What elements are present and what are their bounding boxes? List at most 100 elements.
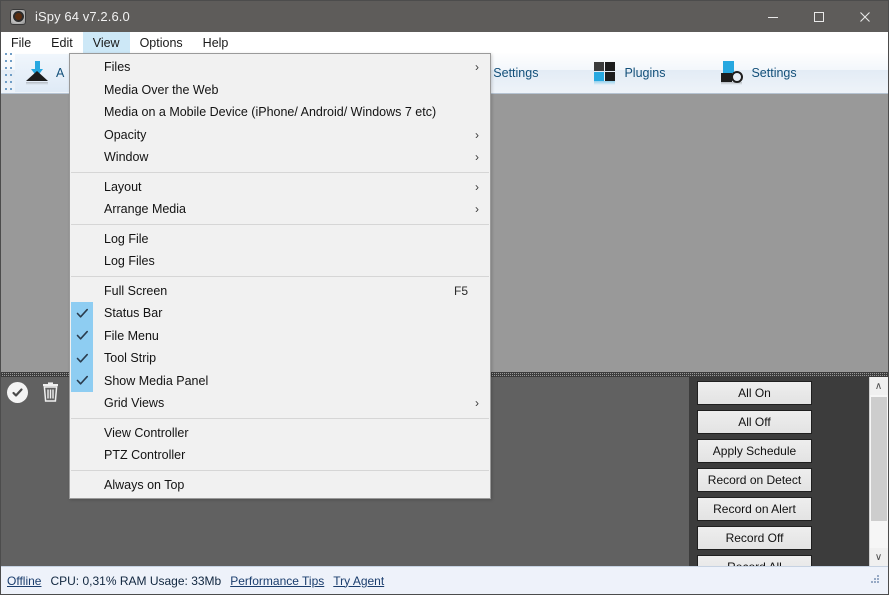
check-slot	[71, 176, 93, 199]
resize-grip-icon[interactable]	[871, 574, 883, 587]
window-titlebar: iSpy 64 v7.2.6.0	[1, 1, 888, 32]
menu-item-view-controller[interactable]: View Controller	[70, 422, 490, 445]
menu-item-tool-strip[interactable]: Tool Strip	[70, 347, 490, 370]
menu-item-files[interactable]: Files ›	[70, 56, 490, 79]
scrollbar-thumb[interactable]	[870, 397, 887, 521]
delete-icon[interactable]	[41, 382, 60, 403]
menu-item-log-files[interactable]: Log Files	[70, 250, 490, 273]
check-slot	[71, 79, 93, 102]
menu-item-label: Layout	[104, 179, 142, 194]
minimize-button[interactable]	[750, 1, 796, 32]
menu-item-label: Files	[104, 60, 131, 75]
add-button[interactable]: A	[15, 54, 74, 92]
menu-view[interactable]: View	[82, 32, 130, 53]
settings-icon	[719, 60, 745, 86]
menu-item-shortcut: F5	[453, 283, 468, 298]
plugins-button[interactable]: Plugins	[583, 54, 674, 92]
menu-item-log-file[interactable]: Log File	[70, 228, 490, 251]
status-performance-tips[interactable]: Performance Tips	[230, 574, 324, 588]
control-panel: All On All Off Apply Schedule Record on …	[689, 377, 888, 579]
menu-item-ptz-controller[interactable]: PTZ Controller	[70, 444, 490, 467]
media-panel-actions	[7, 382, 60, 403]
menu-separator	[71, 275, 489, 277]
menu-item-label: Opacity	[104, 127, 147, 142]
settings-button[interactable]: Settings	[710, 54, 805, 92]
check-slot	[71, 56, 93, 79]
menu-item-show-media-panel[interactable]: Show Media Panel	[70, 369, 490, 392]
check-slot	[71, 444, 93, 467]
ispy-window: iSpy 64 v7.2.6.0 File Edit View Options …	[0, 0, 889, 595]
record-on-detect-button[interactable]: Record on Detect	[697, 468, 812, 492]
apply-schedule-button[interactable]: Apply Schedule	[697, 439, 812, 463]
checkmark-icon	[71, 347, 93, 370]
status-try-agent[interactable]: Try Agent	[333, 574, 384, 588]
menu-item-label: PTZ Controller	[104, 448, 186, 463]
control-panel-buttons: All On All Off Apply Schedule Record on …	[697, 381, 812, 579]
chevron-right-icon: ›	[475, 202, 479, 216]
menu-item-label: View Controller	[104, 425, 189, 440]
view-dropdown-menu: Files › Media Over the Web Media on a Mo…	[69, 53, 491, 499]
menu-help[interactable]: Help	[193, 32, 239, 53]
chevron-right-icon: ›	[475, 127, 479, 142]
chevron-right-icon: ›	[475, 60, 479, 74]
menu-item-label: Media Over the Web	[104, 82, 219, 97]
menu-item-label: Arrange Media	[104, 202, 186, 217]
menubar: File Edit View Options Help	[1, 32, 888, 53]
menu-item-opacity[interactable]: Opacity ›	[70, 124, 490, 147]
plugins-icon	[592, 60, 618, 86]
control-panel-scrollbar[interactable]: ∧ ∨	[869, 377, 888, 566]
scrollbar-track[interactable]	[869, 395, 888, 548]
menu-item-media-over-the-web[interactable]: Media Over the Web	[70, 79, 490, 102]
close-button[interactable]	[842, 1, 888, 32]
menu-item-media-on-a-mobile-device[interactable]: Media on a Mobile Device (iPhone/ Androi…	[70, 101, 490, 124]
scroll-down-icon[interactable]: ∨	[869, 548, 888, 566]
chevron-right-icon: ›	[475, 396, 479, 410]
check-slot	[71, 228, 93, 251]
menu-item-label: Window	[104, 150, 149, 165]
add-icon	[24, 60, 50, 86]
menu-item-full-screen[interactable]: Full Screen F5	[70, 280, 490, 303]
menu-item-label: Show Media Panel	[104, 373, 209, 388]
check-slot	[71, 124, 93, 147]
menu-item-status-bar[interactable]: Status Bar	[70, 302, 490, 325]
all-off-button[interactable]: All Off	[697, 410, 812, 434]
chevron-right-icon: ›	[475, 150, 479, 164]
menu-edit[interactable]: Edit	[41, 32, 83, 53]
menu-separator	[71, 417, 489, 419]
menu-item-file-menu[interactable]: File Menu	[70, 324, 490, 347]
maximize-button[interactable]	[796, 1, 842, 32]
scroll-up-icon[interactable]: ∧	[869, 377, 888, 395]
status-cpu-ram: CPU: 0,31% RAM Usage: 33Mb	[50, 573, 222, 588]
check-slot	[71, 198, 93, 221]
check-slot	[71, 280, 93, 303]
toolstrip-grip[interactable]	[4, 53, 13, 90]
menu-item-arrange-media[interactable]: Arrange Media ›	[70, 198, 490, 221]
menu-item-label: Full Screen	[104, 283, 168, 298]
confirm-icon[interactable]	[7, 382, 28, 403]
add-button-label: A	[56, 66, 65, 80]
menu-separator	[71, 223, 489, 225]
record-on-alert-button[interactable]: Record on Alert	[697, 497, 812, 521]
status-connection[interactable]: Offline	[7, 574, 41, 588]
check-slot	[71, 422, 93, 445]
statusbar: Offline CPU: 0,31% RAM Usage: 33Mb Perfo…	[1, 566, 888, 594]
chevron-right-icon: ›	[475, 179, 479, 194]
check-slot	[71, 146, 93, 169]
menu-options[interactable]: Options	[130, 32, 193, 53]
menu-item-label: Log Files	[104, 254, 155, 269]
check-slot	[71, 392, 93, 415]
checkmark-icon	[71, 369, 93, 392]
settings-label: Settings	[751, 66, 797, 80]
menu-item-always-on-top[interactable]: Always on Top	[70, 474, 490, 497]
menu-item-layout[interactable]: Layout ›	[70, 176, 490, 199]
checkmark-icon	[71, 302, 93, 325]
plugins-label: Plugins	[624, 66, 666, 80]
menu-item-grid-views[interactable]: Grid Views ›	[70, 392, 490, 415]
check-slot	[71, 101, 93, 124]
menu-file[interactable]: File	[1, 32, 41, 53]
checkmark-icon	[71, 324, 93, 347]
menu-item-window[interactable]: Window ›	[70, 146, 490, 169]
record-off-button[interactable]: Record Off	[697, 526, 812, 550]
eye-icon	[10, 8, 26, 25]
all-on-button[interactable]: All On	[697, 381, 812, 405]
